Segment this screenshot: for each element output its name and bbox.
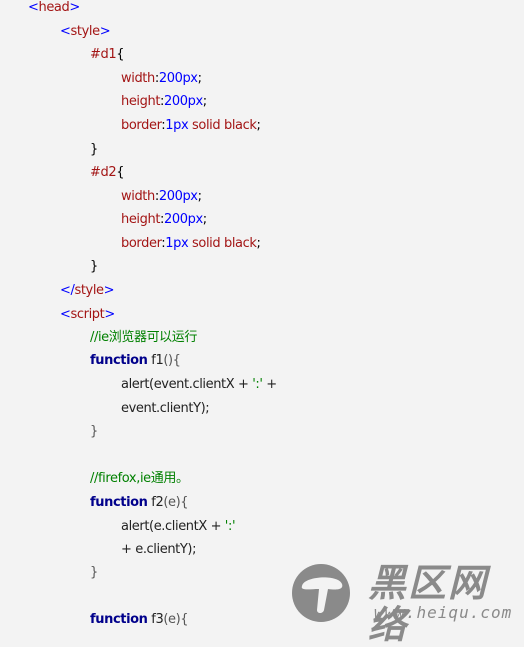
code-line-d1-width: width:200px; (121, 71, 202, 86)
code-line-style-close: </style> (60, 283, 115, 298)
tag-name: style (70, 24, 101, 39)
css-value: 200px (164, 94, 203, 109)
code-line-d1-selector: #d1{ (90, 47, 125, 62)
code-line-comment-ff: //firefox,ie通用。 (90, 469, 189, 489)
code-line-f1-decl: function f1(){ (90, 351, 181, 371)
code-text: } (90, 424, 98, 439)
tag-name: head (38, 0, 70, 15)
code-text: + e.clientY); (121, 542, 197, 557)
code-text: } (90, 565, 98, 580)
css-property: width (121, 189, 155, 204)
code-text: event.clientY); (121, 401, 210, 416)
code-text: alert(event.clientX + (121, 377, 253, 392)
css-value: 1px (165, 118, 189, 133)
code-line-f1-close: } (90, 422, 98, 442)
code-line-head-open: <head> (28, 0, 80, 15)
string-literal: ':' (252, 377, 263, 392)
mushroom-icon (292, 564, 350, 622)
code-line-d2-border: border:1px solid black; (121, 236, 261, 251)
tag-name: style (74, 283, 104, 298)
code-line-script-open: <script> (60, 307, 115, 322)
code-line-f1-body-2: event.clientY); (121, 399, 210, 419)
function-name: f1 (147, 353, 164, 368)
keyword: function (90, 612, 148, 627)
code-line-d2-width: width:200px; (121, 189, 202, 204)
css-selector: #d2 (90, 165, 117, 180)
tag-name: script (70, 307, 105, 322)
css-selector: #d1 (90, 47, 117, 62)
code-line-d2-selector: #d2{ (90, 165, 125, 180)
function-params: (e){ (163, 495, 189, 510)
watermark: 黑区网络 www.heiqu.com (292, 562, 516, 646)
code-line-f2-decl: function f2(e){ (90, 493, 189, 513)
code-line-style-open: <style> (60, 24, 111, 39)
css-property: width (121, 71, 155, 86)
css-property: border (121, 118, 162, 133)
keyword: function (90, 353, 148, 368)
code-comment: //firefox,ie通用。 (90, 471, 189, 486)
code-line-d2-height: height:200px; (121, 212, 207, 227)
css-value: 200px (164, 212, 203, 227)
css-property: height (121, 212, 161, 227)
code-line-d2-close: } (90, 259, 98, 274)
css-value-rest: solid black (188, 118, 257, 133)
code-line-comment-ie: //ie浏览器可以运行 (90, 328, 197, 348)
css-value: 1px (165, 236, 189, 251)
css-value: 200px (158, 71, 198, 86)
code-line-d1-border: border:1px solid black; (121, 118, 261, 133)
code-text: + (262, 377, 277, 392)
css-value: 200px (158, 189, 198, 204)
function-params: (e){ (163, 612, 189, 627)
css-value-rest: solid black (188, 236, 257, 251)
keyword: function (90, 495, 148, 510)
code-comment: //ie浏览器可以运行 (90, 330, 197, 345)
code-line-f2-body-2: + e.clientY); (121, 540, 196, 560)
code-line-d1-close: } (90, 142, 98, 157)
watermark-url: www.heiqu.com (374, 603, 513, 622)
code-text: alert(e.clientX + (121, 519, 225, 534)
code-line-d1-height: height:200px; (121, 94, 207, 109)
code-line-f3-decl: function f3(e){ (90, 610, 189, 630)
code-line-f2-close: } (90, 563, 98, 583)
function-params: (){ (163, 353, 181, 368)
function-name: f3 (147, 612, 164, 627)
code-line-f1-body-1: alert(event.clientX + ':' + (121, 375, 277, 395)
css-property: border (121, 236, 162, 251)
function-name: f2 (147, 495, 164, 510)
string-literal: ':' (224, 519, 236, 534)
code-line-f2-body-1: alert(e.clientX + ':' (121, 517, 236, 537)
css-property: height (121, 94, 161, 109)
